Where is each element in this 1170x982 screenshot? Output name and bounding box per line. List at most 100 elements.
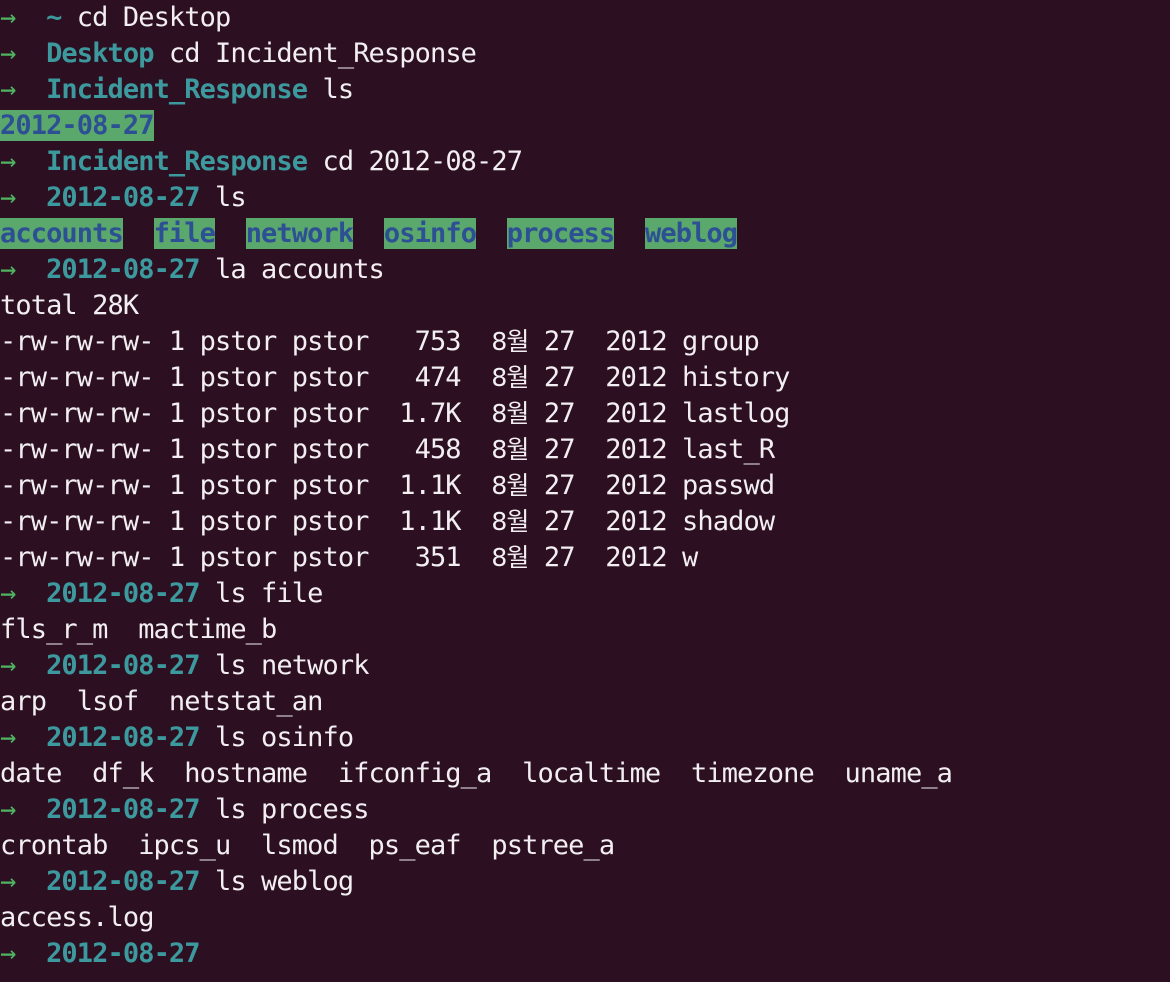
terminal-line: accounts file network osinfo process web… (0, 216, 1170, 252)
output-text: total 28K (0, 290, 139, 321)
directory-entry[interactable]: osinfo (383, 218, 477, 249)
terminal-line: → 2012-08-27 ls weblog (0, 864, 1170, 900)
ls-entry-date-name: 27 2012 last_R (528, 434, 775, 465)
terminal-line: arp lsof netstat_an (0, 684, 1170, 720)
ls-entry-month: 8월 (491, 327, 529, 356)
terminal-line: → 2012-08-27 la accounts (0, 252, 1170, 288)
output-text: crontab ipcs_u lsmod ps_eaf pstree_a (0, 830, 615, 861)
ls-entry-month: 8월 (491, 471, 529, 500)
prompt-path: 2012-08-27 (46, 794, 200, 825)
prompt-gap (15, 38, 46, 69)
ls-entry-month: 8월 (491, 399, 529, 428)
terminal-line: → 2012-08-27 ls file (0, 576, 1170, 612)
prompt-gap (15, 938, 46, 969)
directory-entry[interactable]: 2012-08-27 (0, 110, 154, 141)
terminal-line: -rw-rw-rw- 1 pstor pstor 351 8월 27 2012 … (0, 540, 1170, 576)
prompt-gap (15, 650, 46, 681)
prompt-path: 2012-08-27 (46, 578, 200, 609)
directory-entry[interactable]: network (245, 218, 354, 249)
prompt-path: 2012-08-27 (46, 938, 200, 969)
prompt-gap (15, 182, 46, 213)
prompt-arrow-icon: → (0, 866, 16, 897)
prompt-command: ls (199, 182, 247, 213)
terminal-line: → ~ cd Desktop (0, 0, 1170, 36)
output-text: fls_r_m mactime_b (0, 614, 277, 645)
prompt-arrow-icon: → (0, 794, 16, 825)
prompt-gap (15, 2, 46, 33)
prompt-path: Desktop (46, 38, 154, 69)
directory-entry[interactable]: process (506, 218, 615, 249)
terminal-line: -rw-rw-rw- 1 pstor pstor 1.1K 8월 27 2012… (0, 468, 1170, 504)
terminal-line: → Desktop cd Incident_Response (0, 36, 1170, 72)
prompt-arrow-icon: → (0, 74, 16, 105)
prompt-path: Incident_Response (46, 146, 308, 177)
terminal-line: date df_k hostname ifconfig_a localtime … (0, 756, 1170, 792)
entry-gap (614, 218, 645, 249)
ls-entry-meta: -rw-rw-rw- 1 pstor pstor 474 (0, 362, 492, 393)
prompt-gap (15, 794, 46, 825)
prompt-command: ls network (199, 650, 369, 681)
ls-entry-meta: -rw-rw-rw- 1 pstor pstor 753 (0, 326, 492, 357)
terminal-line: -rw-rw-rw- 1 pstor pstor 1.7K 8월 27 2012… (0, 396, 1170, 432)
terminal-line: crontab ipcs_u lsmod ps_eaf pstree_a (0, 828, 1170, 864)
output-text: access.log (0, 902, 154, 933)
prompt-command: cd 2012-08-27 (307, 146, 523, 177)
terminal-line: → 2012-08-27 ls network (0, 648, 1170, 684)
prompt-command: cd Incident_Response (153, 38, 477, 69)
output-text: date df_k hostname ifconfig_a localtime … (0, 758, 953, 789)
prompt-gap (15, 722, 46, 753)
ls-entry-date-name: 27 2012 group (528, 326, 760, 357)
prompt-arrow-icon: → (0, 182, 16, 213)
prompt-arrow-icon: → (0, 38, 16, 69)
prompt-command: ls (307, 74, 354, 105)
entry-gap (353, 218, 384, 249)
entry-gap (123, 218, 154, 249)
prompt-command: ls process (199, 794, 369, 825)
directory-entry[interactable]: file (153, 218, 216, 249)
prompt-path: 2012-08-27 (46, 182, 200, 213)
terminal-line: → 2012-08-27 ls osinfo (0, 720, 1170, 756)
terminal-line: -rw-rw-rw- 1 pstor pstor 1.1K 8월 27 2012… (0, 504, 1170, 540)
ls-entry-meta: -rw-rw-rw- 1 pstor pstor 1.1K (0, 506, 492, 537)
ls-entry-meta: -rw-rw-rw- 1 pstor pstor 351 (0, 542, 492, 573)
prompt-path: ~ (46, 2, 62, 33)
prompt-arrow-icon: → (0, 578, 16, 609)
entry-gap (476, 218, 507, 249)
entry-gap (215, 218, 246, 249)
directory-entry[interactable]: accounts (0, 218, 124, 249)
terminal-line: → 2012-08-27 ls process (0, 792, 1170, 828)
ls-entry-meta: -rw-rw-rw- 1 pstor pstor 1.7K (0, 398, 492, 429)
prompt-gap (15, 74, 46, 105)
prompt-path: 2012-08-27 (46, 866, 200, 897)
ls-entry-month: 8월 (491, 363, 529, 392)
output-text: arp lsof netstat_an (0, 686, 323, 717)
terminal-window[interactable]: → ~ cd Desktop → Desktop cd Incident_Resp… (0, 0, 1170, 982)
prompt-gap (15, 146, 46, 177)
prompt-gap (15, 578, 46, 609)
terminal-line: access.log (0, 900, 1170, 936)
terminal-line: → Incident_Response ls (0, 72, 1170, 108)
directory-entry[interactable]: weblog (645, 218, 738, 249)
ls-entry-date-name: 27 2012 history (528, 362, 791, 393)
prompt-path: 2012-08-27 (46, 650, 200, 681)
ls-entry-meta: -rw-rw-rw- 1 pstor pstor 1.1K (0, 470, 492, 501)
ls-entry-date-name: 27 2012 w (528, 542, 698, 573)
prompt-command: ls weblog (199, 866, 354, 897)
terminal-line: -rw-rw-rw- 1 pstor pstor 474 8월 27 2012 … (0, 360, 1170, 396)
prompt-arrow-icon: → (0, 146, 16, 177)
ls-entry-month: 8월 (491, 507, 529, 536)
ls-entry-date-name: 27 2012 passwd (528, 470, 775, 501)
ls-entry-date-name: 27 2012 lastlog (528, 398, 791, 429)
terminal-line: → Incident_Response cd 2012-08-27 (0, 144, 1170, 180)
prompt-command: cd Desktop (61, 2, 231, 33)
prompt-arrow-icon: → (0, 2, 16, 33)
prompt-path: Incident_Response (46, 74, 308, 105)
ls-entry-date-name: 27 2012 shadow (528, 506, 775, 537)
terminal-line: -rw-rw-rw- 1 pstor pstor 458 8월 27 2012 … (0, 432, 1170, 468)
ls-entry-month: 8월 (491, 435, 529, 464)
prompt-arrow-icon: → (0, 650, 16, 681)
prompt-command: ls osinfo (199, 722, 354, 753)
ls-entry-month: 8월 (491, 543, 529, 572)
prompt-arrow-icon: → (0, 722, 16, 753)
ls-entry-meta: -rw-rw-rw- 1 pstor pstor 458 (0, 434, 492, 465)
